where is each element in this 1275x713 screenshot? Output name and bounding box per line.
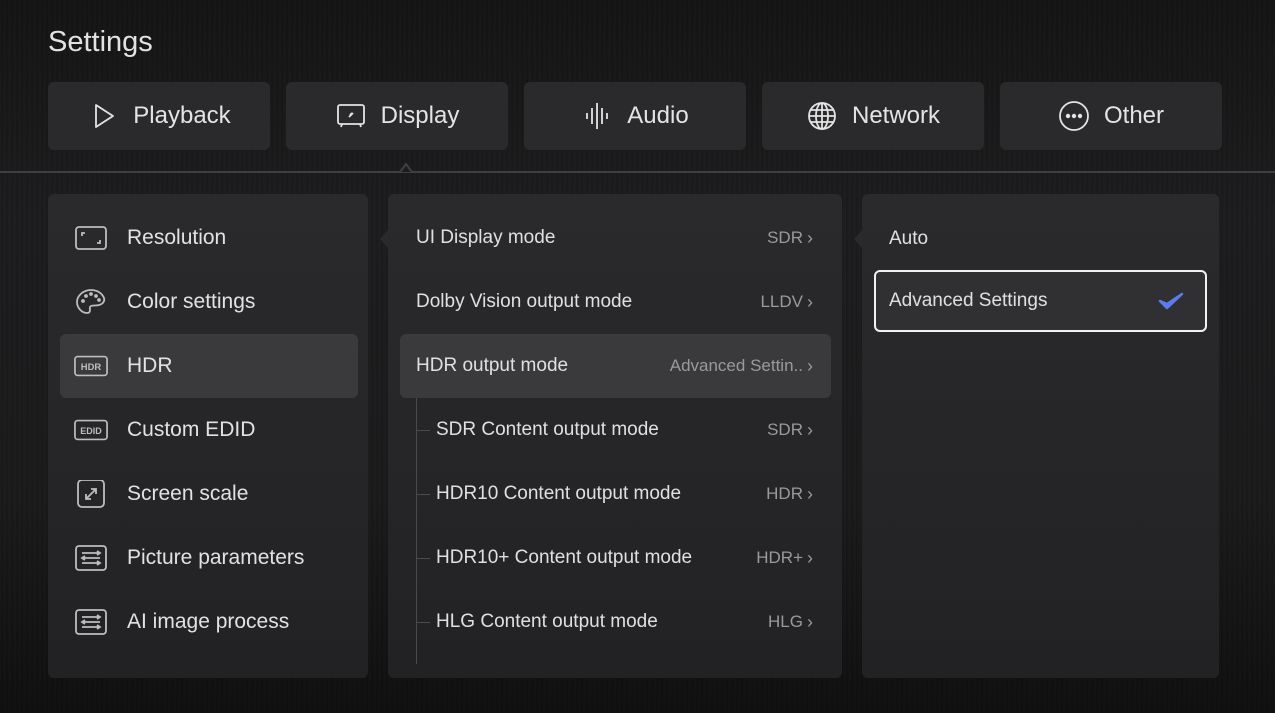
- menu-item-label: Custom EDID: [127, 418, 256, 441]
- menu-item-picture-parameters[interactable]: Picture parameters: [60, 526, 358, 590]
- setting-label: HDR10 Content output mode: [436, 483, 682, 504]
- setting-sdr-content-output-mode[interactable]: SDR Content output mode SDR ›: [400, 398, 831, 462]
- setting-label: UI Display mode: [416, 227, 556, 248]
- setting-value: HDR: [766, 484, 803, 503]
- panel-pointer: [854, 230, 862, 248]
- tab-playback[interactable]: Playback: [48, 82, 270, 150]
- resolution-frame-icon: [75, 226, 107, 250]
- more-circle-icon: [1059, 101, 1089, 131]
- tab-label: Display: [380, 102, 460, 129]
- menu-item-custom-edid[interactable]: EDID Custom EDID: [60, 398, 358, 462]
- play-icon: [95, 104, 115, 128]
- panel-pointer: [380, 230, 388, 248]
- menu-item-color-settings[interactable]: Color settings: [60, 270, 358, 334]
- page-title: Settings: [48, 26, 153, 58]
- setting-label: Dolby Vision output mode: [416, 291, 633, 312]
- globe-icon: [808, 102, 836, 130]
- setting-value: HDR+: [756, 548, 803, 567]
- setting-hdr10-content-output-mode[interactable]: HDR10 Content output mode HDR ›: [400, 462, 831, 526]
- tab-divider: [0, 171, 1275, 173]
- sliders-icon: [75, 545, 107, 571]
- option-auto[interactable]: Auto: [874, 208, 1207, 270]
- menu-item-hdr[interactable]: HDR HDR: [60, 334, 358, 398]
- palette-icon: [76, 289, 106, 314]
- setting-ui-display-mode[interactable]: UI Display mode SDR ›: [400, 206, 831, 270]
- chevron-right-icon: ›: [807, 483, 813, 504]
- chevron-right-icon: ›: [807, 419, 813, 440]
- option-label: Advanced Settings: [889, 290, 1048, 311]
- menu-item-label: Picture parameters: [127, 546, 305, 569]
- tab-label: Network: [851, 102, 941, 129]
- tv-icon: [336, 104, 365, 128]
- tab-display[interactable]: Display: [286, 82, 508, 150]
- display-menu-panel: Resolution Color settings HDR HDR EDID C…: [48, 194, 368, 678]
- tab-other[interactable]: Other: [1000, 82, 1222, 150]
- expand-icon: [77, 480, 105, 508]
- svg-text:EDID: EDID: [80, 426, 102, 436]
- setting-value: HLG: [768, 612, 803, 631]
- setting-value: LLDV: [760, 292, 803, 311]
- setting-value: SDR: [767, 228, 803, 247]
- menu-item-label: Resolution: [127, 226, 227, 249]
- edid-badge-icon: EDID: [74, 419, 108, 441]
- setting-hlg-content-output-mode[interactable]: HLG Content output mode HLG ›: [400, 590, 831, 654]
- checkmark-icon: [1158, 292, 1184, 310]
- chevron-right-icon: ›: [807, 611, 813, 632]
- tab-label: Audio: [627, 102, 689, 129]
- menu-item-ai-image-process[interactable]: AI image process: [60, 590, 358, 654]
- setting-hdr-output-mode[interactable]: HDR output mode Advanced Settin.. ›: [400, 334, 831, 398]
- tab-network[interactable]: Network: [762, 82, 984, 150]
- setting-label: HDR output mode: [416, 355, 569, 376]
- setting-label: SDR Content output mode: [436, 419, 659, 440]
- menu-item-screen-scale[interactable]: Screen scale: [60, 462, 358, 526]
- option-advanced-settings[interactable]: Advanced Settings: [874, 270, 1207, 332]
- setting-label: HLG Content output mode: [436, 611, 658, 632]
- setting-value: Advanced Settin..: [669, 356, 803, 375]
- menu-item-label: Screen scale: [127, 482, 249, 505]
- active-tab-pointer: [393, 162, 419, 173]
- setting-hdr10plus-content-output-mode[interactable]: HDR10+ Content output mode HDR+ ›: [400, 526, 831, 590]
- setting-dolby-vision-output-mode[interactable]: Dolby Vision output mode LLDV ›: [400, 270, 831, 334]
- category-tabs: Playback Display Audio Network Other: [48, 82, 1222, 150]
- hdr-output-options-panel: Auto Advanced Settings: [854, 194, 1219, 678]
- option-label: Auto: [889, 228, 929, 249]
- hdr-settings-panel: UI Display mode SDR › Dolby Vision outpu…: [380, 194, 842, 678]
- menu-item-label: HDR: [127, 354, 173, 377]
- sliders-icon: [75, 609, 107, 635]
- chevron-right-icon: ›: [807, 355, 813, 376]
- menu-item-resolution[interactable]: Resolution: [60, 206, 358, 270]
- tab-label: Other: [1103, 102, 1165, 129]
- audio-wave-icon: [586, 103, 609, 129]
- chevron-right-icon: ›: [807, 547, 813, 568]
- chevron-right-icon: ›: [807, 227, 813, 248]
- menu-item-label: Color settings: [127, 290, 256, 313]
- hdr-badge-icon: HDR: [74, 355, 108, 377]
- tab-audio[interactable]: Audio: [524, 82, 746, 150]
- svg-text:HDR: HDR: [81, 362, 102, 373]
- chevron-right-icon: ›: [807, 291, 813, 312]
- setting-value: SDR: [767, 420, 803, 439]
- menu-item-label: AI image process: [127, 610, 290, 633]
- tab-label: Playback: [133, 102, 231, 129]
- setting-label: HDR10+ Content output mode: [436, 547, 693, 568]
